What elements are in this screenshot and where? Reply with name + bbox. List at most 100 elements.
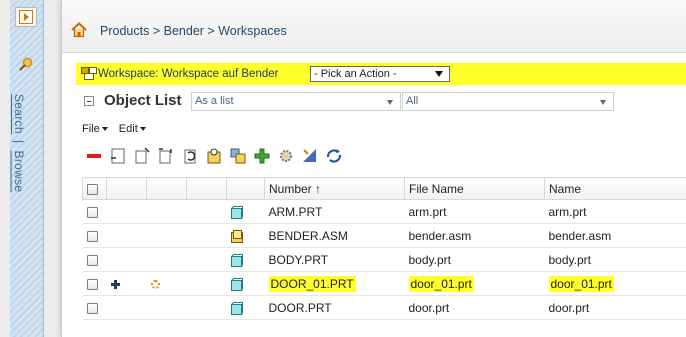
row-checkbox[interactable] <box>86 230 98 242</box>
assembly-icon <box>230 229 243 243</box>
table-row[interactable]: BENDER.ASM bender.asm bender.asm <box>82 223 686 248</box>
part-icon <box>230 253 243 267</box>
row-select-cell <box>82 223 107 248</box>
number-cell[interactable]: BODY.PRT <box>264 247 405 272</box>
breadcrumb-bender[interactable]: Bender <box>164 24 204 38</box>
status2-column-header <box>146 177 187 200</box>
action-select[interactable]: - Pick an Action - <box>310 66 450 82</box>
edit-attributes-icon[interactable] <box>300 146 320 166</box>
name-column-header[interactable]: Name <box>544 177 686 200</box>
menu-bar: File Edit <box>82 123 154 135</box>
status3-cell <box>186 199 227 224</box>
part-icon <box>230 205 243 219</box>
expand-icon <box>19 10 33 24</box>
remove-icon[interactable] <box>84 146 104 166</box>
status3-cell <box>186 271 227 296</box>
table-row[interactable]: DOOR.PRT door.prt door.prt <box>82 295 686 320</box>
status3-cell <box>186 247 227 272</box>
breadcrumb-workspaces[interactable]: Workspaces <box>218 24 287 38</box>
number-column-header[interactable]: Number ↑ <box>264 177 405 200</box>
status-cell <box>106 199 147 224</box>
workspace-title: Workspace: Workspace auf Bender <box>98 68 279 80</box>
name-cell: door.prt <box>544 295 686 320</box>
row-checkbox[interactable] <box>86 278 98 290</box>
file-name-cell: body.prt <box>404 247 545 272</box>
workspace-icon <box>81 67 97 80</box>
refresh-icon[interactable] <box>324 146 344 166</box>
modified-icon <box>150 279 160 289</box>
table-row[interactable]: ARM.PRT arm.prt arm.prt <box>82 199 686 224</box>
edit-menu[interactable]: Edit <box>119 123 146 135</box>
row-select-cell <box>82 199 107 224</box>
type-cell <box>226 223 265 248</box>
workspace-header: Workspace: Workspace auf Bender - Pick a… <box>76 63 686 85</box>
object-list-bar: Object List As a list All <box>76 90 686 114</box>
name-cell: body.prt <box>544 247 686 272</box>
home-icon[interactable] <box>71 22 87 38</box>
type-cell <box>226 247 265 272</box>
object-table: Number ↑ File Name Name ARM.PRT arm.prt ar… <box>82 177 686 320</box>
expand-sidebar-button[interactable] <box>15 7 37 27</box>
type-cell <box>226 271 265 296</box>
filter-select[interactable]: All <box>402 92 614 111</box>
breadcrumb-separator: > <box>207 24 215 38</box>
row-checkbox[interactable] <box>86 302 98 314</box>
status2-cell <box>146 295 187 320</box>
type-column-header <box>226 177 265 200</box>
new-document-3-icon[interactable] <box>156 146 176 166</box>
sidebar-nav-links: Search | Browse <box>12 94 26 192</box>
view-select-value: As a list <box>195 95 234 107</box>
breadcrumb-products[interactable]: Products <box>100 24 149 38</box>
filter-select-value: All <box>406 95 419 107</box>
new-document-2-icon[interactable] <box>132 146 152 166</box>
status3-cell <box>186 223 227 248</box>
search-link[interactable]: Search <box>12 94 26 134</box>
screen: Search | Browse Products > Bender > Work… <box>0 0 686 337</box>
toolbar <box>82 146 682 168</box>
row-checkbox[interactable] <box>86 254 98 266</box>
number-cell[interactable]: DOOR_01.PRT <box>264 271 405 296</box>
file-name-column-header[interactable]: File Name <box>404 177 545 200</box>
chevron-down-icon <box>387 100 393 105</box>
file-name-cell: bender.asm <box>404 223 545 248</box>
add-to-workspace-icon[interactable] <box>228 146 248 166</box>
type-cell <box>226 295 265 320</box>
search-toggle-button[interactable] <box>15 54 37 74</box>
add-icon[interactable] <box>252 146 272 166</box>
browse-link[interactable]: Browse <box>12 151 26 193</box>
action-select-value: - Pick an Action - <box>314 68 397 80</box>
status2-cell <box>146 199 187 224</box>
file-name-cell: door.prt <box>404 295 545 320</box>
file-menu[interactable]: File <box>82 123 108 135</box>
status-cell <box>106 295 147 320</box>
breadcrumb-bar: Products > Bender > Workspaces <box>62 0 686 53</box>
collapse-icon[interactable] <box>84 96 94 106</box>
table-row[interactable]: DOOR_01.PRT door_01.prt door_01.prt <box>82 271 686 296</box>
checkout-icon[interactable] <box>204 146 224 166</box>
row-checkbox[interactable] <box>86 206 98 218</box>
number-cell[interactable]: DOOR.PRT <box>264 295 405 320</box>
status2-cell <box>146 223 187 248</box>
sort-ascending-icon: ↑ <box>315 181 322 196</box>
workspace-window: Products > Bender > Workspaces Workspace… <box>61 0 686 337</box>
chevron-down-icon <box>600 100 606 105</box>
row-select-cell <box>82 247 107 272</box>
select-all-header <box>82 177 107 200</box>
select-all-checkbox[interactable] <box>87 183 98 195</box>
status-cell <box>106 247 147 272</box>
view-select[interactable]: As a list <box>191 92 401 111</box>
number-cell[interactable]: BENDER.ASM <box>264 223 405 248</box>
undo-checkout-icon[interactable] <box>180 146 200 166</box>
new-document-icon[interactable] <box>108 146 128 166</box>
table-header-row: Number ↑ File Name Name <box>82 177 686 200</box>
breadcrumb-separator: > <box>152 24 161 38</box>
chevron-down-icon <box>435 71 443 77</box>
row-select-cell <box>82 295 107 320</box>
table-row[interactable]: BODY.PRT body.prt body.prt <box>82 247 686 272</box>
name-cell: bender.asm <box>544 223 686 248</box>
table-body: ARM.PRT arm.prt arm.prt BENDER.ASM bender.as… <box>82 199 686 320</box>
status3-column-header <box>186 177 227 200</box>
number-cell[interactable]: ARM.PRT <box>264 199 405 224</box>
update-settings-icon[interactable] <box>276 146 296 166</box>
sidebar-divider: | <box>12 140 26 144</box>
